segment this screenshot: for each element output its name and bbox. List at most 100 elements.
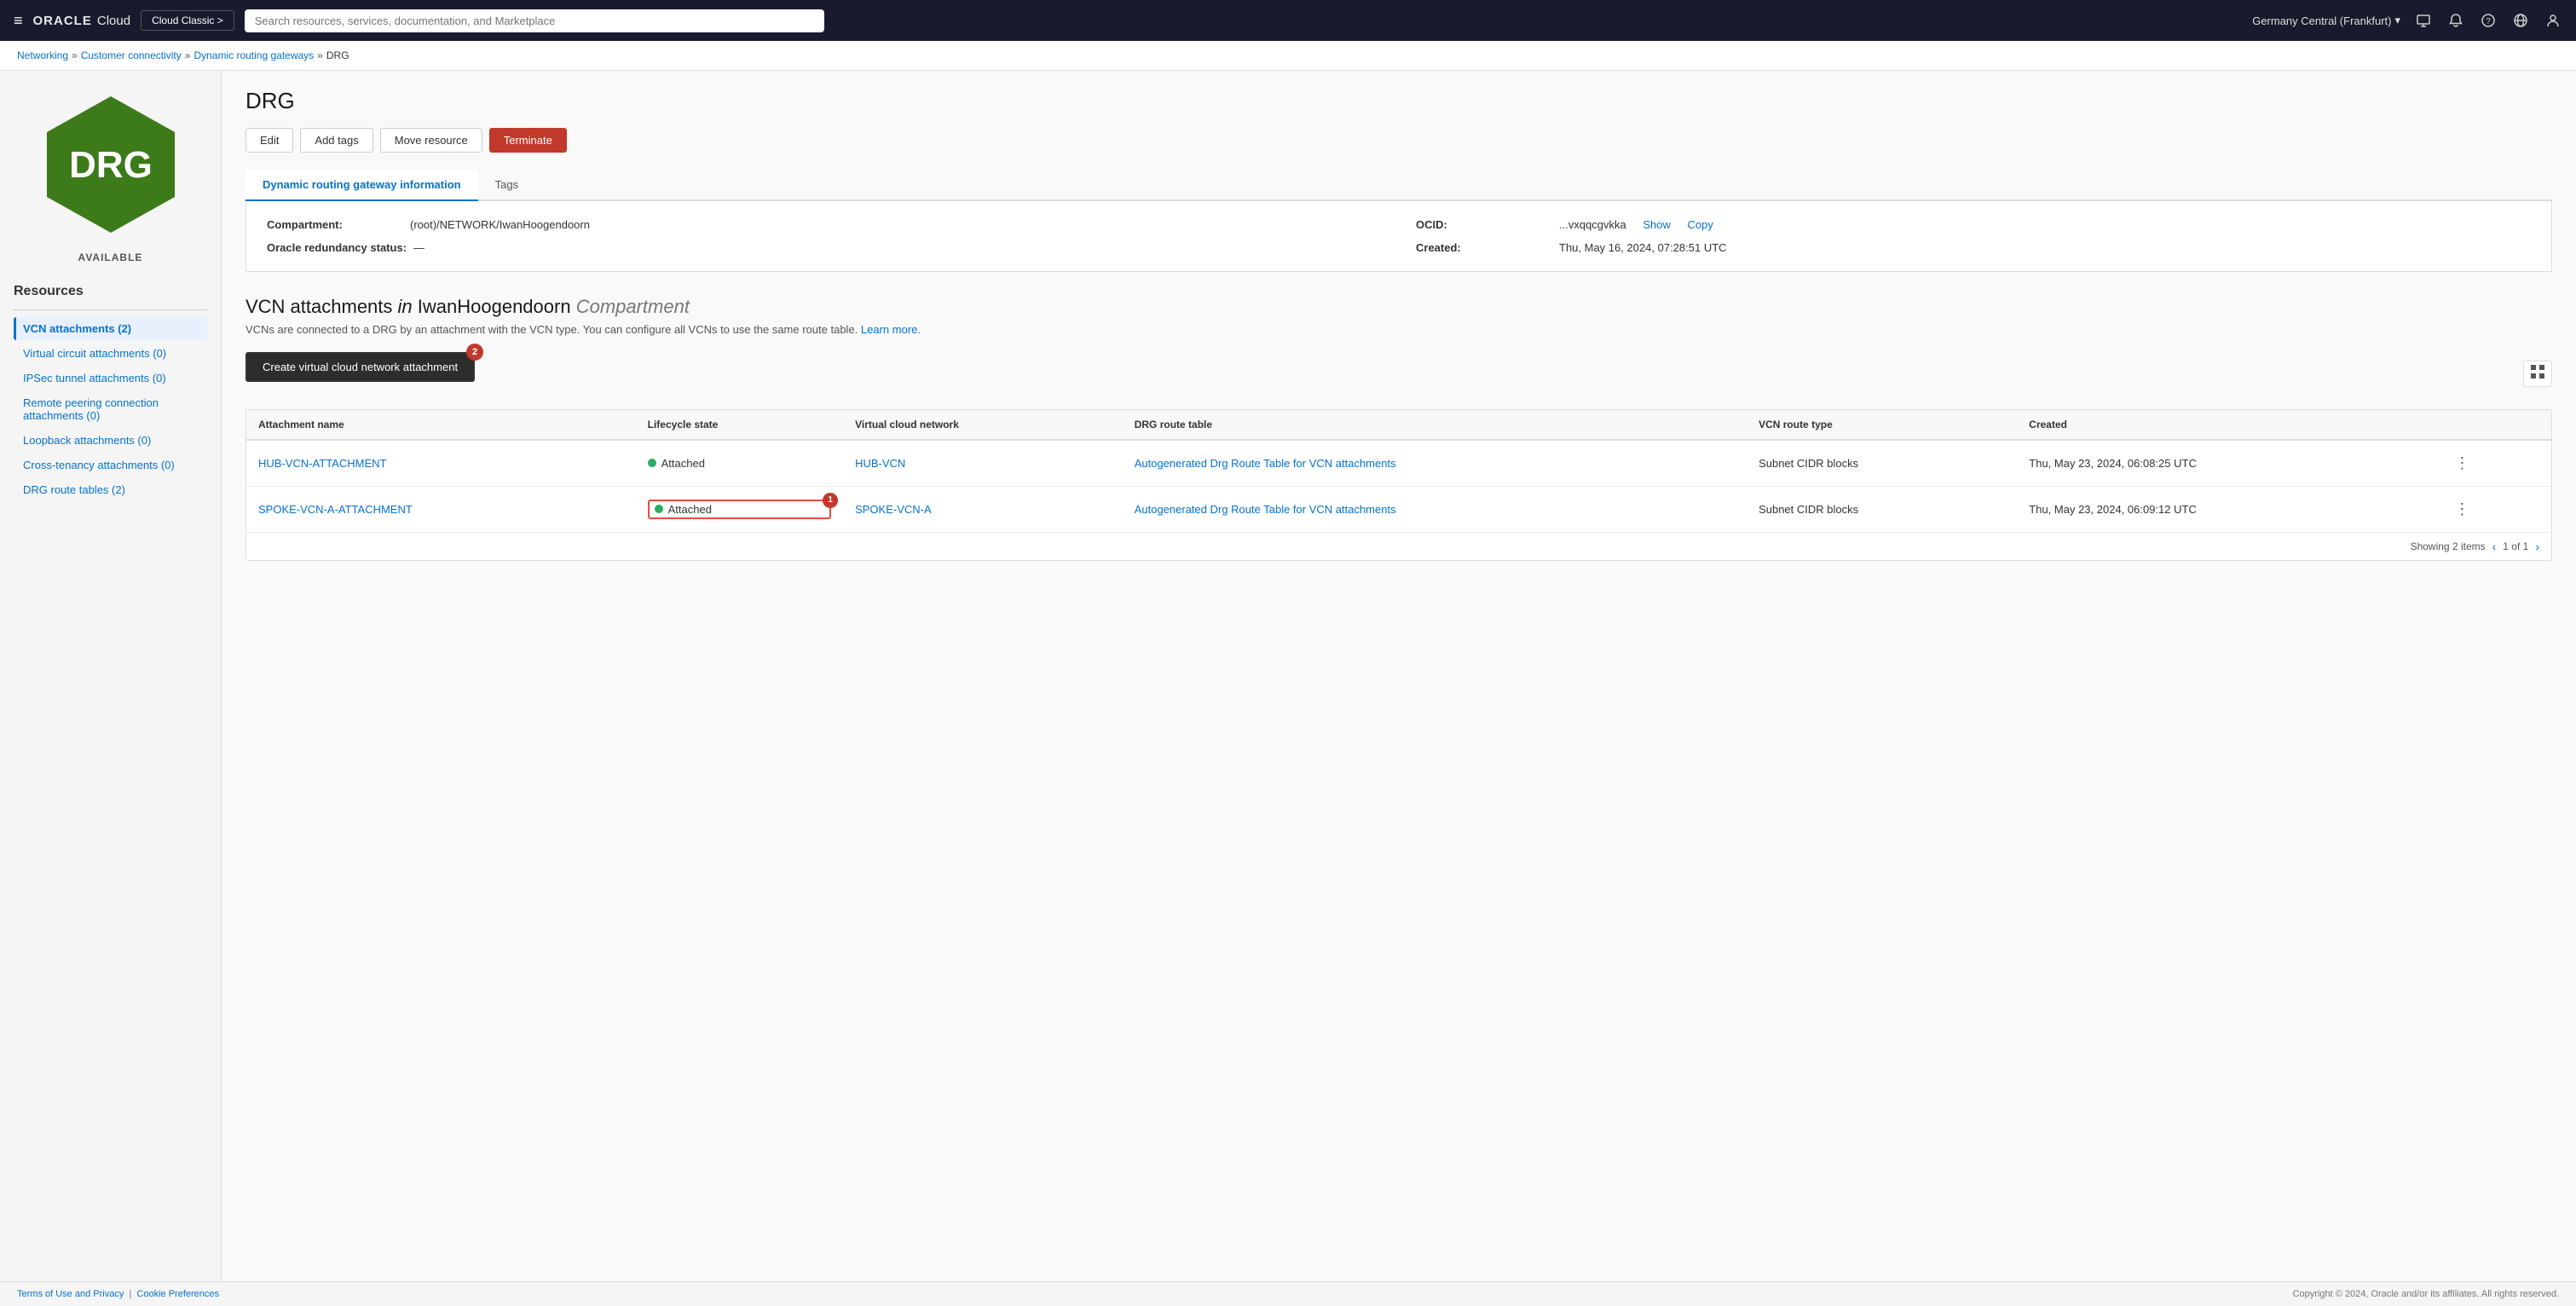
pagination-next[interactable]: ›: [2535, 540, 2539, 553]
breadcrumb-drg-list[interactable]: Dynamic routing gateways: [193, 49, 314, 61]
brand: ORACLE Cloud: [33, 14, 131, 28]
vcn-link-2[interactable]: SPOKE-VCN-A: [855, 503, 932, 516]
create-vcn-attachment-button[interactable]: Create virtual cloud network attachment: [245, 352, 475, 382]
attachments-table-container: Attachment name Lifecycle state Virtual …: [245, 409, 2552, 561]
help-icon[interactable]: ?: [2479, 11, 2498, 30]
add-tags-button[interactable]: Add tags: [300, 128, 373, 153]
cell-created-1: Thu, May 23, 2024, 06:08:25 UTC: [2017, 440, 2435, 487]
attachment-name-link-1[interactable]: HUB-VCN-ATTACHMENT: [258, 457, 386, 470]
status-text-2: Attached: [668, 503, 712, 516]
sidebar-item-loopback[interactable]: Loopback attachments (0): [14, 429, 207, 452]
hamburger-icon[interactable]: ≡: [14, 12, 23, 30]
info-grid: Compartment: (root)/NETWORK/IwanHoogendo…: [267, 218, 2531, 254]
ocid-value: ...vxqqcgvkka: [1559, 218, 1626, 231]
state-badge-2: 1: [823, 493, 838, 508]
right-panel: DRG Edit Add tags Move resource Terminat…: [222, 71, 2576, 1281]
compartment-value: (root)/NETWORK/IwanHoogendoorn: [410, 218, 590, 231]
redundancy-row: Oracle redundancy status: —: [267, 241, 1382, 254]
main-layout: DRG AVAILABLE Resources VCN attachments …: [0, 71, 2576, 1281]
ocid-label: OCID:: [1416, 218, 1552, 231]
attachment-name-link-2[interactable]: SPOKE-VCN-A-ATTACHMENT: [258, 503, 413, 516]
page-title: DRG: [245, 88, 2552, 114]
cookies-link[interactable]: Cookie Preferences: [136, 1289, 219, 1299]
breadcrumb-current: DRG: [326, 49, 349, 61]
sidebar-item-ipsec[interactable]: IPSec tunnel attachments (0): [14, 367, 207, 390]
table-row: SPOKE-VCN-A-ATTACHMENT Attached 1 S: [246, 486, 2551, 532]
vcn-title-suffix: Compartment: [571, 296, 690, 317]
resources-heading: Resources: [14, 284, 84, 299]
compartment-row: Compartment: (root)/NETWORK/IwanHoogendo…: [267, 218, 1382, 231]
created-label: Created:: [1416, 241, 1552, 254]
cell-attachment-name-2: SPOKE-VCN-A-ATTACHMENT: [246, 486, 636, 532]
th-lifecycle-state: Lifecycle state: [636, 410, 843, 440]
redundancy-label: Oracle redundancy status:: [267, 241, 407, 254]
sidebar-item-cross-tenancy[interactable]: Cross-tenancy attachments (0): [14, 454, 207, 477]
th-vcn-route-type: VCN route type: [1747, 410, 2017, 440]
table-row: HUB-VCN-ATTACHMENT Attached HUB-VCN: [246, 440, 2551, 487]
footer-copyright: Copyright © 2024, Oracle and/or its affi…: [2293, 1289, 2559, 1299]
vcn-title-in: in: [398, 296, 418, 317]
terminate-button[interactable]: Terminate: [489, 128, 567, 153]
kebab-menu-button-2[interactable]: ⋮: [2447, 497, 2476, 522]
user-avatar[interactable]: [2544, 11, 2562, 30]
sidebar-divider: [14, 309, 207, 310]
vcn-title-prefix: VCN attachments: [245, 296, 398, 317]
cell-actions-2: ⋮: [2435, 486, 2551, 532]
vcn-attachments-section: VCN attachments in IwanHoogendoorn Compa…: [245, 296, 2552, 561]
cell-attachment-name-1: HUB-VCN-ATTACHMENT: [246, 440, 636, 487]
created-row: Created: Thu, May 16, 2024, 07:28:51 UTC: [1416, 241, 2531, 254]
drg-status-label: AVAILABLE: [78, 251, 143, 263]
terms-link[interactable]: Terms of Use and Privacy: [17, 1289, 124, 1299]
breadcrumb-networking[interactable]: Networking: [17, 49, 68, 61]
learn-more-link[interactable]: Learn more.: [861, 323, 921, 336]
cell-vcn-route-type-1: Subnet CIDR blocks: [1747, 440, 2017, 487]
globe-icon[interactable]: [2511, 11, 2530, 30]
vcn-link-1[interactable]: HUB-VCN: [855, 457, 905, 470]
move-resource-button[interactable]: Move resource: [380, 128, 482, 153]
ocid-copy-link[interactable]: Copy: [1688, 218, 1713, 231]
kebab-menu-button-1[interactable]: ⋮: [2447, 451, 2476, 476]
drg-route-table-link-2[interactable]: Autogenerated Drg Route Table for VCN at…: [1135, 503, 1396, 516]
top-navigation: ≡ ORACLE Cloud Cloud Classic > Germany C…: [0, 0, 2576, 41]
status-dot-1: [648, 459, 656, 467]
tab-drg-info[interactable]: Dynamic routing gateway information: [245, 170, 478, 201]
drg-route-table-link-1[interactable]: Autogenerated Drg Route Table for VCN at…: [1135, 457, 1396, 470]
cell-created-2: Thu, May 23, 2024, 06:09:12 UTC: [2017, 486, 2435, 532]
attachments-table: Attachment name Lifecycle state Virtual …: [246, 410, 2551, 532]
notification-icon[interactable]: [2446, 11, 2465, 30]
cell-state-1: Attached: [636, 440, 843, 487]
search-input[interactable]: [245, 9, 824, 32]
oracle-logo: ORACLE: [33, 14, 92, 28]
cell-vcn-1: HUB-VCN: [843, 440, 1123, 487]
console-icon[interactable]: [2414, 11, 2433, 30]
nav-right-section: Germany Central (Frankfurt) ▾ ?: [2252, 11, 2562, 30]
status-text-1: Attached: [661, 457, 705, 470]
svg-text:DRG: DRG: [69, 144, 153, 186]
page-footer: Terms of Use and Privacy | Cookie Prefer…: [0, 1281, 2576, 1306]
breadcrumb: Networking » Customer connectivity » Dyn…: [0, 41, 2576, 71]
sidebar-item-remote-peering[interactable]: Remote peering connection attachments (0…: [14, 391, 207, 427]
region-selector[interactable]: Germany Central (Frankfurt) ▾: [2252, 14, 2400, 27]
cell-vcn-2: SPOKE-VCN-A: [843, 486, 1123, 532]
sidebar-item-virtual-circuit[interactable]: Virtual circuit attachments (0): [14, 342, 207, 365]
ocid-row: OCID: ...vxqqcgvkka Show Copy: [1416, 218, 2531, 231]
breadcrumb-customer-connectivity[interactable]: Customer connectivity: [81, 49, 182, 61]
th-drg-route-table: DRG route table: [1123, 410, 1747, 440]
cell-actions-1: ⋮: [2435, 440, 2551, 487]
sidebar-item-vcn-attachments[interactable]: VCN attachments (2): [14, 317, 207, 340]
cell-drg-route-table-1: Autogenerated Drg Route Table for VCN at…: [1123, 440, 1747, 487]
th-attachment-name: Attachment name: [246, 410, 636, 440]
pagination-prev[interactable]: ‹: [2492, 540, 2497, 553]
cloud-classic-button[interactable]: Cloud Classic >: [141, 10, 234, 31]
ocid-show-link[interactable]: Show: [1643, 218, 1671, 231]
info-panel: Compartment: (root)/NETWORK/IwanHoogendo…: [245, 201, 2552, 272]
edit-button[interactable]: Edit: [245, 128, 293, 153]
breadcrumb-sep-1: »: [72, 49, 78, 61]
sidebar-item-drg-route-tables[interactable]: DRG route tables (2): [14, 478, 207, 501]
tab-tags[interactable]: Tags: [478, 170, 535, 201]
svg-text:?: ?: [2486, 17, 2491, 26]
breadcrumb-sep-3: »: [317, 49, 323, 61]
vcn-section-title: VCN attachments in IwanHoogendoorn Compa…: [245, 296, 2552, 318]
grid-view-button[interactable]: [2523, 361, 2552, 387]
table-header-row: Attachment name Lifecycle state Virtual …: [246, 410, 2551, 440]
